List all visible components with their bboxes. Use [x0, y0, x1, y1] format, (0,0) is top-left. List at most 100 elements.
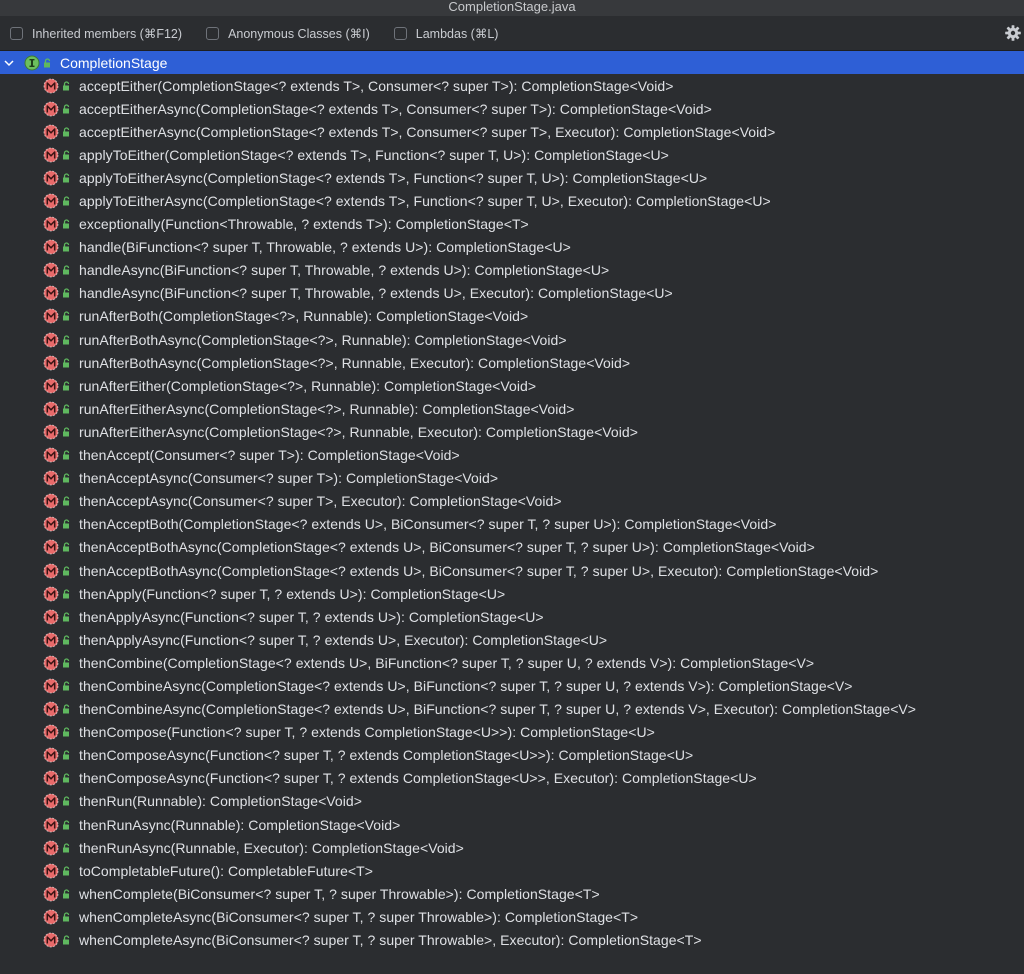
public-lock-icon	[62, 912, 71, 922]
method-row[interactable]: thenApplyAsync(Function<? super T, ? ext…	[0, 605, 1024, 628]
public-lock-icon	[62, 635, 71, 645]
public-lock-icon	[62, 473, 71, 483]
method-row[interactable]: applyToEitherAsync(CompletionStage<? ext…	[0, 189, 1024, 212]
abstract-method-icon	[43, 539, 59, 555]
method-signature: exceptionally(Function<Throwable, ? exte…	[79, 216, 529, 233]
abstract-method-icon	[43, 655, 59, 671]
method-row[interactable]: thenCombine(CompletionStage<? extends U>…	[0, 651, 1024, 674]
checkbox-label: Inherited members (⌘F12)	[32, 26, 183, 41]
public-lock-icon	[62, 588, 71, 599]
method-signature: handleAsync(BiFunction<? super T, Throwa…	[79, 262, 610, 279]
method-row[interactable]: acceptEitherAsync(CompletionStage<? exte…	[0, 120, 1024, 143]
public-lock-icon	[62, 819, 71, 830]
public-lock-icon	[62, 565, 71, 576]
method-signature: thenComposeAsync(Function<? super T, ? e…	[79, 770, 757, 787]
method-row[interactable]: runAfterBothAsync(CompletionStage<?>, Ru…	[0, 351, 1024, 374]
public-lock-icon	[62, 935, 71, 945]
public-lock-icon	[62, 889, 71, 899]
abstract-method-icon	[43, 932, 59, 948]
method-row[interactable]: exceptionally(Function<Throwable, ? exte…	[0, 213, 1024, 236]
method-row[interactable]: whenCompleteAsync(BiConsumer<? super T, …	[0, 905, 1024, 928]
public-lock-icon	[62, 750, 71, 760]
method-row[interactable]: runAfterEither(CompletionStage<?>, Runna…	[0, 374, 1024, 397]
method-row[interactable]: thenCompose(Function<? super T, ? extend…	[0, 721, 1024, 744]
method-signature: thenCombineAsync(CompletionStage<? exten…	[79, 701, 917, 718]
lambdas-checkbox[interactable]: Lambdas (⌘L)	[393, 26, 499, 41]
method-row[interactable]: thenRunAsync(Runnable): CompletionStage<…	[0, 813, 1024, 836]
anonymous-classes-checkbox[interactable]: Anonymous Classes (⌘I)	[206, 26, 370, 41]
method-row[interactable]: thenComposeAsync(Function<? super T, ? e…	[0, 767, 1024, 790]
inherited-members-checkbox[interactable]: Inherited members (⌘F12)	[10, 26, 182, 41]
public-lock-icon	[62, 843, 71, 853]
method-row[interactable]: thenAcceptBothAsync(CompletionStage<? ex…	[0, 536, 1024, 559]
abstract-method-icon	[43, 817, 59, 833]
method-row[interactable]: thenCombineAsync(CompletionStage<? exten…	[0, 698, 1024, 721]
method-row[interactable]: thenComposeAsync(Function<? super T, ? e…	[0, 744, 1024, 767]
window-title: CompletionStage.java	[0, 0, 1024, 16]
method-row[interactable]: thenApply(Function<? super T, ? extends …	[0, 582, 1024, 605]
method-signature: runAfterBoth(CompletionStage<?>, Runnabl…	[79, 308, 529, 325]
method-signature: whenCompleteAsync(BiConsumer<? super T, …	[79, 932, 702, 949]
tree-root-completionstage[interactable]: CompletionStage	[0, 51, 1024, 74]
public-lock-icon	[62, 773, 71, 783]
method-row[interactable]: handleAsync(BiFunction<? super T, Throwa…	[0, 282, 1024, 305]
gear-icon[interactable]	[1004, 24, 1022, 42]
method-row[interactable]: whenComplete(BiConsumer<? super T, ? sup…	[0, 882, 1024, 905]
method-row[interactable]: applyToEither(CompletionStage<? extends …	[0, 143, 1024, 166]
method-signature: runAfterEitherAsync(CompletionStage<?>, …	[79, 400, 575, 417]
method-row[interactable]: thenRun(Runnable): CompletionStage<Void>	[0, 790, 1024, 813]
abstract-method-icon	[43, 747, 59, 763]
method-list: acceptEither(CompletionStage<? extends T…	[0, 74, 1024, 952]
chevron-down-icon[interactable]	[4, 59, 18, 67]
abstract-method-icon	[43, 285, 59, 301]
abstract-method-icon	[43, 516, 59, 532]
method-row[interactable]: handle(BiFunction<? super T, Throwable, …	[0, 236, 1024, 259]
checkbox-box[interactable]	[393, 26, 407, 40]
method-row[interactable]: toCompletableFuture(): CompletableFuture…	[0, 859, 1024, 882]
public-lock-icon	[62, 381, 71, 391]
method-row[interactable]: acceptEitherAsync(CompletionStage<? exte…	[0, 97, 1024, 120]
abstract-method-icon	[43, 262, 59, 278]
checkbox-label: Anonymous Classes (⌘I)	[228, 26, 370, 41]
method-row[interactable]: thenAcceptAsync(Consumer<? super T>, Exe…	[0, 490, 1024, 513]
method-row[interactable]: thenCombineAsync(CompletionStage<? exten…	[0, 674, 1024, 697]
abstract-method-icon	[43, 770, 59, 786]
abstract-method-icon	[43, 724, 59, 740]
abstract-method-icon	[43, 840, 59, 856]
abstract-method-icon	[43, 308, 59, 324]
method-row[interactable]: thenAccept(Consumer<? super T>): Complet…	[0, 444, 1024, 467]
public-lock-icon	[62, 242, 71, 252]
public-lock-icon	[62, 127, 71, 137]
checkbox-label: Lambdas (⌘L)	[415, 26, 499, 41]
method-row[interactable]: thenAcceptAsync(Consumer<? super T>): Co…	[0, 467, 1024, 490]
abstract-method-icon	[43, 239, 59, 255]
method-signature: thenCombine(CompletionStage<? extends U>…	[79, 654, 815, 671]
checkbox-box[interactable]	[10, 26, 23, 40]
method-signature: runAfterEither(CompletionStage<?>, Runna…	[79, 377, 537, 394]
checkbox-box[interactable]	[206, 26, 220, 40]
method-row[interactable]: whenCompleteAsync(BiConsumer<? super T, …	[0, 928, 1024, 951]
method-row[interactable]: thenRunAsync(Runnable, Executor): Comple…	[0, 836, 1024, 859]
method-row[interactable]: thenAcceptBoth(CompletionStage<? extends…	[0, 513, 1024, 536]
method-row[interactable]: thenApplyAsync(Function<? super T, ? ext…	[0, 628, 1024, 651]
public-lock-icon	[62, 265, 71, 275]
abstract-method-icon	[43, 632, 59, 648]
public-lock-icon	[62, 311, 71, 321]
public-lock-icon	[62, 150, 71, 160]
public-lock-icon	[62, 196, 71, 206]
abstract-method-icon	[43, 170, 59, 186]
method-row[interactable]: runAfterBothAsync(CompletionStage<?>, Ru…	[0, 328, 1024, 351]
public-lock-icon	[62, 542, 71, 552]
abstract-method-icon	[43, 332, 59, 348]
method-row[interactable]: acceptEither(CompletionStage<? extends T…	[0, 74, 1024, 97]
method-row[interactable]: runAfterEitherAsync(CompletionStage<?>, …	[0, 397, 1024, 420]
method-row[interactable]: runAfterBoth(CompletionStage<?>, Runnabl…	[0, 305, 1024, 328]
method-row[interactable]: applyToEitherAsync(CompletionStage<? ext…	[0, 166, 1024, 189]
method-row[interactable]: handleAsync(BiFunction<? super T, Throwa…	[0, 259, 1024, 282]
abstract-method-icon	[43, 793, 59, 809]
method-row[interactable]: runAfterEitherAsync(CompletionStage<?>, …	[0, 420, 1024, 443]
method-signature: applyToEitherAsync(CompletionStage<? ext…	[79, 193, 771, 210]
public-lock-icon	[43, 57, 52, 68]
method-signature: thenCompose(Function<? super T, ? extend…	[79, 724, 655, 741]
method-row[interactable]: thenAcceptBothAsync(CompletionStage<? ex…	[0, 559, 1024, 582]
